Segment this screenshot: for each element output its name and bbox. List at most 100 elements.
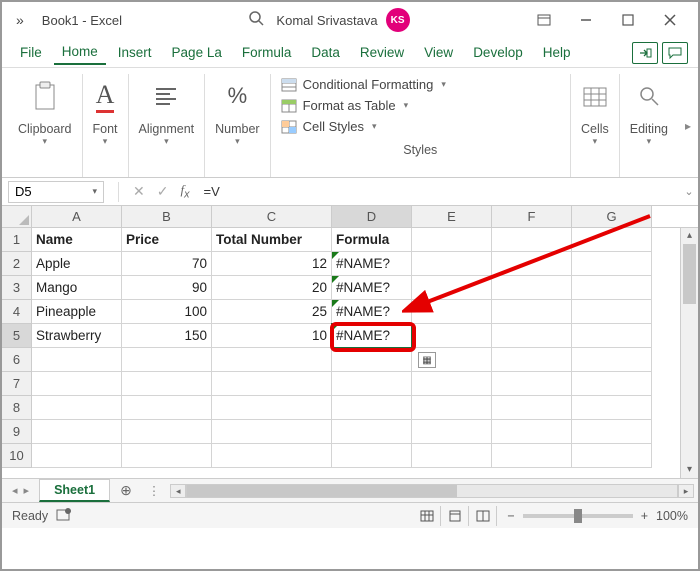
- ribbon-group-clipboard[interactable]: Clipboard ▾: [8, 74, 83, 177]
- cell-F2[interactable]: [492, 252, 572, 276]
- cell-C2[interactable]: 12: [212, 252, 332, 276]
- view-normal-icon[interactable]: [413, 506, 441, 526]
- row-header-10[interactable]: 10: [2, 444, 32, 468]
- cell-G5[interactable]: [572, 324, 652, 348]
- horizontal-scrollbar[interactable]: ◂ ▸: [166, 484, 698, 498]
- ribbon-group-alignment[interactable]: Alignment ▾: [129, 74, 206, 177]
- add-sheet-button[interactable]: ⊕: [110, 482, 142, 499]
- cell-G1[interactable]: [572, 228, 652, 252]
- cell-D5[interactable]: #NAME?: [332, 324, 412, 348]
- scroll-up-icon[interactable]: ▴: [681, 228, 698, 244]
- tab-page-layout[interactable]: Page La: [164, 41, 230, 64]
- ribbon-scroll-right-icon[interactable]: ▸: [678, 74, 698, 177]
- ribbon-group-font[interactable]: A Font ▾: [83, 74, 129, 177]
- sheet-prev-icon[interactable]: ◂: [12, 484, 18, 497]
- comments-button[interactable]: [662, 42, 688, 64]
- tab-view[interactable]: View: [416, 41, 461, 64]
- scroll-left-icon[interactable]: ◂: [170, 484, 186, 498]
- zoom-level-label[interactable]: 100%: [656, 509, 688, 523]
- sheet-nav[interactable]: ◂▸: [2, 484, 39, 497]
- cancel-formula-icon[interactable]: ✕: [127, 183, 151, 200]
- cell-C5[interactable]: 10: [212, 324, 332, 348]
- ribbon-group-number[interactable]: % Number ▾: [205, 74, 270, 177]
- cell-D3[interactable]: #NAME?: [332, 276, 412, 300]
- cell-A1[interactable]: Name: [32, 228, 122, 252]
- scroll-down-icon[interactable]: ▾: [681, 462, 698, 478]
- enter-formula-icon[interactable]: ✓: [151, 183, 175, 200]
- expand-formula-bar-icon[interactable]: ⌄: [680, 185, 698, 198]
- row-header-7[interactable]: 7: [2, 372, 32, 396]
- cell-C4[interactable]: 25: [212, 300, 332, 324]
- cell-F4[interactable]: [492, 300, 572, 324]
- cell-E1[interactable]: [412, 228, 492, 252]
- tab-splitter-icon[interactable]: ⋮: [142, 483, 167, 498]
- zoom-slider[interactable]: [523, 514, 633, 518]
- tab-data[interactable]: Data: [303, 41, 348, 64]
- cell-D2[interactable]: #NAME?: [332, 252, 412, 276]
- chevron-down-icon[interactable]: ▾: [92, 186, 97, 197]
- cell-styles-button[interactable]: Cell Styles▾: [281, 116, 560, 137]
- cell-F5[interactable]: [492, 324, 572, 348]
- close-button[interactable]: [650, 6, 690, 34]
- cell-A2[interactable]: Apple: [32, 252, 122, 276]
- select-all-corner[interactable]: [2, 206, 32, 227]
- cell-C1[interactable]: Total Number: [212, 228, 332, 252]
- cell-A4[interactable]: Pineapple: [32, 300, 122, 324]
- insert-function-icon[interactable]: fx: [174, 182, 195, 201]
- cell-D1[interactable]: Formula: [332, 228, 412, 252]
- tab-formulas[interactable]: Formula: [234, 41, 300, 64]
- tab-developer[interactable]: Develop: [465, 41, 531, 64]
- macro-record-icon[interactable]: [56, 507, 72, 524]
- sheet-next-icon[interactable]: ▸: [24, 484, 30, 497]
- worksheet-grid[interactable]: A B C D E F G 1 Name Price Total Number …: [2, 206, 698, 478]
- cell-A5[interactable]: Strawberry: [32, 324, 122, 348]
- tab-insert[interactable]: Insert: [110, 41, 160, 64]
- user-account[interactable]: Komal Srivastava KS: [276, 8, 409, 32]
- tab-review[interactable]: Review: [352, 41, 412, 64]
- col-header-F[interactable]: F: [492, 206, 572, 227]
- cell-C3[interactable]: 20: [212, 276, 332, 300]
- tab-file[interactable]: File: [12, 41, 50, 64]
- search-icon[interactable]: [248, 10, 264, 31]
- scrollbar-thumb[interactable]: [683, 244, 696, 304]
- row-header-4[interactable]: 4: [2, 300, 32, 324]
- cell-A3[interactable]: Mango: [32, 276, 122, 300]
- cell-G4[interactable]: [572, 300, 652, 324]
- cell-F3[interactable]: [492, 276, 572, 300]
- sheet-tab-active[interactable]: Sheet1: [39, 479, 110, 502]
- col-header-B[interactable]: B: [122, 206, 212, 227]
- cell-F1[interactable]: [492, 228, 572, 252]
- row-header-3[interactable]: 3: [2, 276, 32, 300]
- cell-E3[interactable]: [412, 276, 492, 300]
- row-header-2[interactable]: 2: [2, 252, 32, 276]
- vertical-scrollbar[interactable]: ▴ ▾: [680, 228, 698, 478]
- col-header-E[interactable]: E: [412, 206, 492, 227]
- ribbon-group-editing[interactable]: Editing ▾: [620, 74, 678, 177]
- ribbon-display-options-icon[interactable]: [524, 6, 564, 34]
- cell-E5[interactable]: [412, 324, 492, 348]
- row-header-1[interactable]: 1: [2, 228, 32, 252]
- tab-help[interactable]: Help: [535, 41, 579, 64]
- autofill-options-icon[interactable]: ▦: [418, 352, 436, 368]
- row-header-8[interactable]: 8: [2, 396, 32, 420]
- zoom-control[interactable]: − + 100%: [507, 509, 688, 523]
- format-as-table-button[interactable]: Format as Table▾: [281, 95, 560, 116]
- row-header-6[interactable]: 6: [2, 348, 32, 372]
- zoom-out-icon[interactable]: −: [507, 509, 514, 523]
- view-page-layout-icon[interactable]: [441, 506, 469, 526]
- scroll-right-icon[interactable]: ▸: [678, 484, 694, 498]
- quickaccess-chevron-icon[interactable]: »: [10, 12, 30, 28]
- col-header-C[interactable]: C: [212, 206, 332, 227]
- minimize-button[interactable]: [566, 6, 606, 34]
- col-header-A[interactable]: A: [32, 206, 122, 227]
- name-box[interactable]: D5 ▾: [8, 181, 104, 203]
- cell-B5[interactable]: 150: [122, 324, 212, 348]
- cell-G2[interactable]: [572, 252, 652, 276]
- scrollbar-thumb[interactable]: [187, 485, 456, 497]
- cell-E4[interactable]: [412, 300, 492, 324]
- cell-E2[interactable]: [412, 252, 492, 276]
- row-header-9[interactable]: 9: [2, 420, 32, 444]
- formula-input[interactable]: =V: [196, 184, 680, 199]
- col-header-G[interactable]: G: [572, 206, 652, 227]
- row-header-5[interactable]: 5: [2, 324, 32, 348]
